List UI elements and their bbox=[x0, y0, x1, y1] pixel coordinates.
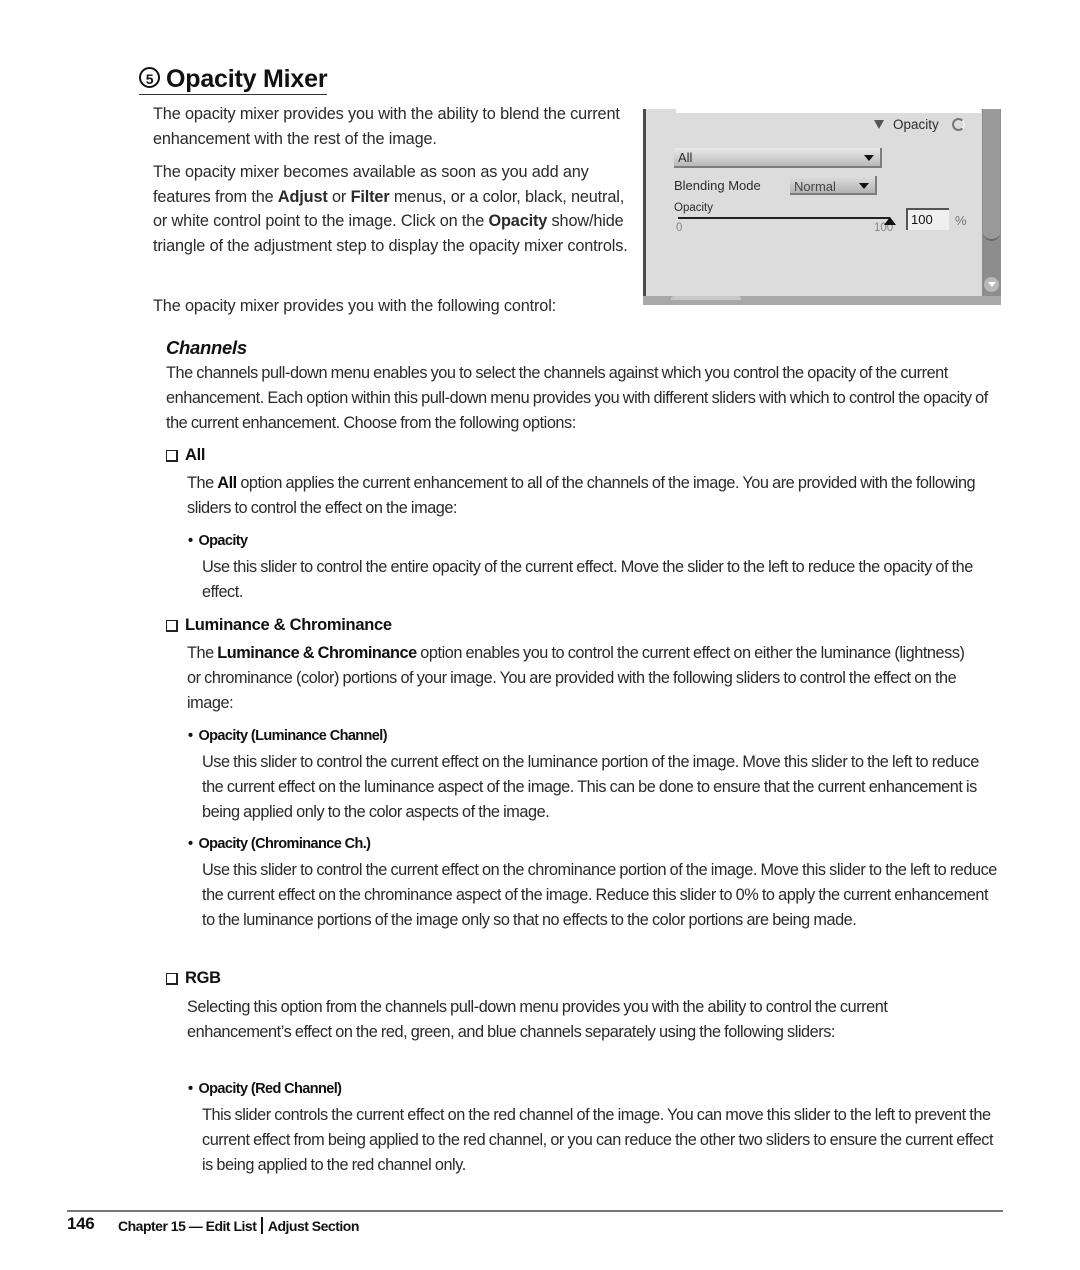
channels-description: The channels pull-down menu enables you … bbox=[166, 364, 988, 432]
option-all-description: The All option applies the current enhan… bbox=[187, 471, 997, 521]
slider-chrominance-description: Use this slider to control the current e… bbox=[202, 861, 997, 929]
checkbox-bullet-icon bbox=[166, 449, 178, 462]
section-title-text: Opacity Mixer bbox=[166, 65, 328, 93]
option-name: All bbox=[185, 446, 206, 464]
section-title: 5 Opacity Mixer bbox=[139, 64, 328, 95]
scrollbar-thumb[interactable] bbox=[983, 109, 1000, 241]
slider-name: Opacity bbox=[198, 533, 248, 549]
option-luminance-chrominance-description: The Luminance & Chrominance option enabl… bbox=[187, 641, 977, 716]
text-run: The bbox=[187, 474, 218, 492]
channels-dropdown[interactable]: All bbox=[674, 148, 882, 168]
opacity-value-field[interactable]: 100 bbox=[906, 208, 949, 230]
slider-luminance-description: Use this slider to control the current e… bbox=[202, 753, 979, 821]
bold-adjust: Adjust bbox=[277, 187, 328, 206]
checkbox-bullet-icon bbox=[166, 972, 178, 985]
footer-separator bbox=[261, 1217, 263, 1234]
opacity-slider-track[interactable] bbox=[678, 217, 890, 219]
disclosure-triangle-icon[interactable] bbox=[874, 120, 884, 129]
panel-top-edge bbox=[676, 109, 981, 113]
reset-circle-icon[interactable] bbox=[951, 118, 965, 131]
page-number: 146 bbox=[67, 1214, 95, 1233]
footer-breadcrumb: Chapter 15 — Edit List Adjust Section bbox=[118, 1217, 359, 1234]
bold-opacity: Opacity bbox=[488, 212, 548, 230]
text-run: or bbox=[327, 187, 351, 206]
slider-chrominance-heading: • Opacity (Chrominance Ch.) bbox=[188, 836, 371, 852]
slider-opacity-heading: • Opacity bbox=[188, 533, 248, 549]
chevron-down-icon bbox=[859, 183, 869, 189]
footer-section: Adjust Section bbox=[267, 1218, 360, 1234]
slider-min-label: 0 bbox=[676, 222, 683, 234]
opacity-slider-thumb[interactable] bbox=[884, 217, 896, 225]
blending-mode-dropdown[interactable]: Normal bbox=[790, 176, 877, 195]
intro-paragraph-1: The opacity mixer provides you with the … bbox=[153, 105, 620, 148]
chevron-down-icon bbox=[864, 155, 874, 161]
blending-mode-value: Normal bbox=[794, 179, 836, 194]
option-name: Luminance & Chrominance bbox=[185, 616, 392, 634]
intro-paragraph-3: The opacity mixer provides you with the … bbox=[153, 297, 557, 315]
bold-luminance-chrominance: Luminance & Chrominance bbox=[217, 644, 417, 662]
slider-name: Opacity (Chrominance Ch.) bbox=[198, 836, 371, 852]
slider-luminance-heading: • Opacity (Luminance Channel) bbox=[188, 728, 388, 744]
percent-unit-label: % bbox=[955, 213, 967, 228]
option-rgb-heading: RGB bbox=[166, 969, 221, 988]
footer-rule bbox=[67, 1210, 1003, 1212]
option-rgb-description: Selecting this option from the channels … bbox=[187, 998, 888, 1041]
slider-red-description: This slider controls the current effect … bbox=[202, 1106, 994, 1174]
blending-mode-label: Blending Mode bbox=[674, 178, 761, 193]
slider-opacity-description: Use this slider to control the entire op… bbox=[202, 558, 973, 601]
bullet-icon: • bbox=[188, 728, 193, 744]
panel-tab-stub bbox=[671, 296, 741, 300]
opacity-toggle[interactable]: Opacity bbox=[874, 117, 965, 132]
slider-name: Opacity (Luminance Channel) bbox=[198, 728, 387, 744]
option-luminance-chrominance-heading: Luminance & Chrominance bbox=[166, 616, 392, 635]
panel-bottom-bar bbox=[643, 296, 1001, 305]
channels-heading: Channels bbox=[166, 337, 247, 358]
bold-all: All bbox=[217, 474, 237, 492]
bold-filter: Filter bbox=[350, 187, 390, 206]
channels-dropdown-value: All bbox=[678, 150, 693, 165]
panel-scrollbar[interactable] bbox=[982, 109, 1001, 296]
opacity-mixer-screenshot: Opacity All Blending Mode Normal Opacity… bbox=[643, 109, 1001, 305]
intro-paragraph-2: The opacity mixer becomes available as s… bbox=[153, 160, 628, 258]
slider-name: Opacity (Red Channel) bbox=[198, 1081, 342, 1097]
option-name: RGB bbox=[185, 969, 221, 987]
option-all-heading: All bbox=[166, 446, 205, 465]
bullet-icon: • bbox=[188, 1081, 193, 1097]
opacity-slider-label: Opacity bbox=[674, 202, 713, 214]
bullet-icon: • bbox=[188, 533, 193, 549]
opacity-toggle-label: Opacity bbox=[893, 117, 939, 132]
text-run: The bbox=[187, 644, 218, 662]
bullet-icon: • bbox=[188, 836, 193, 852]
text-run: option applies the current enhancement t… bbox=[187, 474, 976, 517]
footer-chapter: Chapter 15 — Edit List bbox=[118, 1218, 257, 1234]
slider-red-heading: • Opacity (Red Channel) bbox=[188, 1081, 342, 1097]
checkbox-bullet-icon bbox=[166, 619, 178, 632]
section-number-badge: 5 bbox=[139, 67, 160, 88]
scroll-down-arrow-icon[interactable] bbox=[984, 277, 999, 292]
